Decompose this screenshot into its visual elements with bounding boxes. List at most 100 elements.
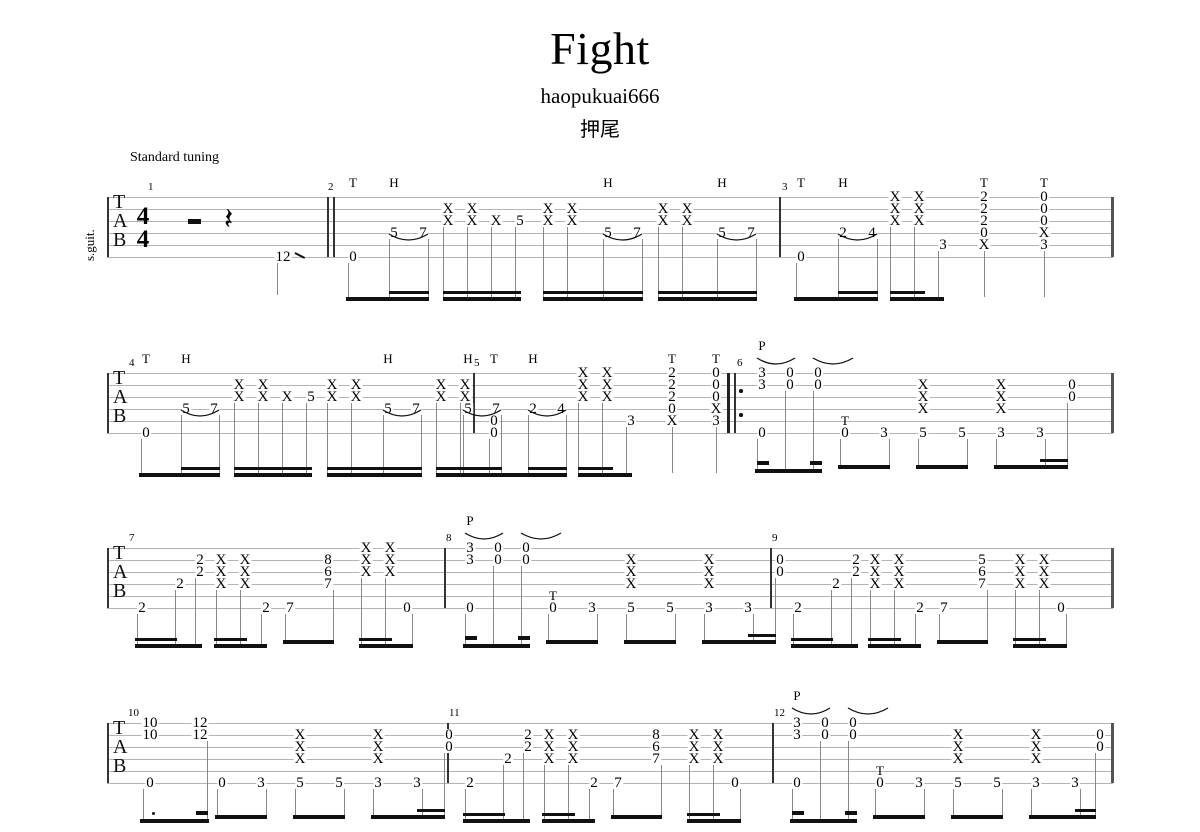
muted-note: X [711,751,725,767]
staff-line-5 [107,596,1113,597]
note-stem [544,765,546,819]
muted-note: X [912,213,926,229]
beam [1029,815,1096,819]
repeat-dot [739,389,743,393]
muted-note: X [702,576,716,592]
fret-number: 3 [757,377,767,393]
note-stem [412,614,414,644]
beam [359,638,392,641]
beam-hook [845,811,857,815]
note-stem [503,765,505,819]
slur [381,408,423,422]
technique-t: T [490,351,498,366]
fret-number: 2 [851,564,861,580]
note-stem [613,789,615,815]
fret-number: 0 [493,552,503,568]
note-stem [875,789,877,815]
beam [389,291,429,294]
note-stem [217,789,219,815]
note-stem [568,765,570,819]
note-stem [626,427,628,473]
staff-line-3 [107,572,1113,573]
note-stem [939,614,941,640]
measure-number: 2 [328,181,334,193]
note-stem [603,239,605,297]
beam [234,467,312,470]
note-stem [428,239,430,297]
beam [327,467,422,470]
technique-h: H [603,175,613,190]
note-stem [987,590,989,640]
note-stem [216,590,218,644]
slur [601,232,644,246]
muted-note: X [656,213,670,229]
note-stem [348,263,350,297]
tab-clef: TAB [113,368,127,426]
note-stem [889,439,891,465]
slur [519,531,563,545]
measure-barline [327,197,329,257]
technique-h: H [463,351,473,366]
fret-number: 3 [373,775,383,791]
note-stem [984,251,986,297]
fret-number: 2 [589,775,599,791]
note-stem [840,439,842,465]
fret-number: 3 [711,413,721,429]
fret-number: 5 [306,389,316,405]
muted-note: X [600,389,614,405]
system-end-barline [1111,373,1114,433]
note-stem [207,741,209,819]
note-stem [344,789,346,815]
fret-number: 0 [1067,389,1077,405]
note-stem [467,227,469,297]
fret-number: 0 [820,727,830,743]
note-stem [383,415,385,473]
fret-number: 5 [334,775,344,791]
fret-number: 12 [274,249,292,265]
beam [1040,459,1068,462]
beam [755,469,822,473]
muted-note: X [489,213,503,229]
fret-number: 5 [515,213,525,229]
muted-note: X [888,213,902,229]
tab-clef: TAB [113,543,127,601]
note-stem [672,427,674,473]
note-stem [444,753,446,815]
beam [135,644,202,648]
muted-note: X [434,389,448,405]
beam [1013,638,1046,641]
muted-note: X [541,213,555,229]
fret-number: 3 [704,600,714,616]
fret-number: 0 [1095,739,1105,755]
fret-number: 3 [412,775,422,791]
beam [1075,809,1096,812]
note-stem [713,765,715,819]
measure-barline [473,373,475,433]
beam [436,467,502,470]
beam [838,291,878,294]
note-stem [813,391,815,469]
muted-note: X [665,413,679,429]
beam [234,473,312,477]
muted-note: X [349,389,363,405]
slur [790,706,832,720]
note-stem [740,789,742,819]
beam-hook [792,811,804,815]
slur [526,408,568,422]
muted-note: X [892,576,906,592]
time-signature-numerator: 4 [136,203,150,230]
beam [873,815,925,819]
note-stem [195,578,197,644]
beam [417,809,445,812]
fret-number: 0 [730,775,740,791]
beam [546,640,598,644]
fret-number: 0 [402,600,412,616]
beam [463,813,505,816]
measure-number: 7 [129,532,135,544]
beam [951,815,1003,819]
note-stem [306,403,308,473]
tab-clef: TAB [113,718,127,776]
fret-number: 0 [1056,600,1066,616]
tab-clef: TAB [113,192,127,250]
system-start-barline [107,723,109,783]
